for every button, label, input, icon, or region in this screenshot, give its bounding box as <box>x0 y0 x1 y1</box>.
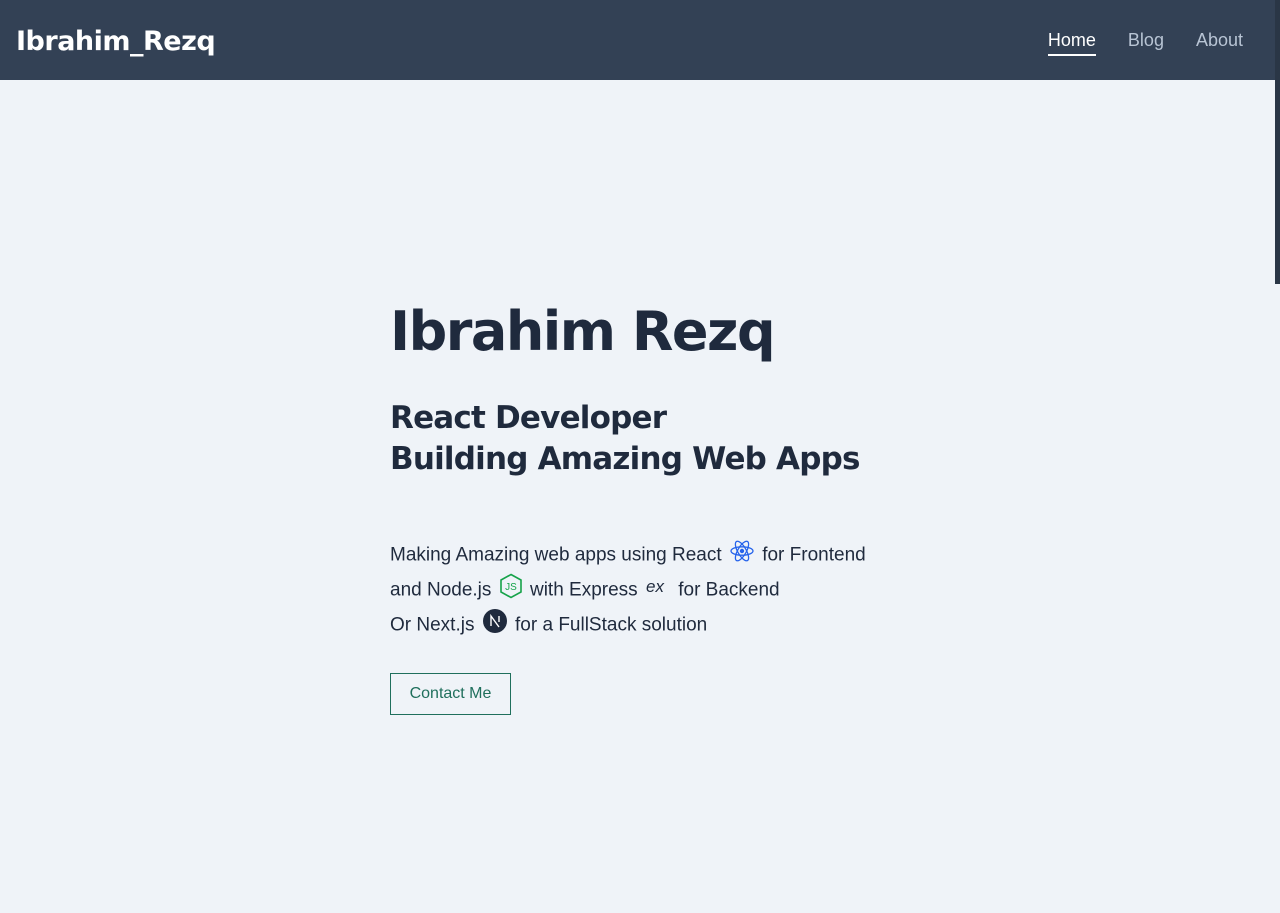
tagline-line-2: Building Amazing Web Apps <box>390 441 860 477</box>
contact-me-button[interactable]: Contact Me <box>390 673 511 715</box>
desc-text: for Frontend <box>762 544 866 566</box>
scrollbar-thumb[interactable] <box>1275 0 1280 284</box>
svg-text:JS: JS <box>505 582 517 593</box>
description-line-2: and Node.js JS with Express ex for Backe… <box>390 573 950 608</box>
hero-description: Making Amazing web apps using React for … <box>390 538 950 643</box>
nav-link-about[interactable]: About <box>1196 28 1243 56</box>
nav-link-blog[interactable]: Blog <box>1128 28 1164 56</box>
hero-name: Ibrahim Rezq <box>390 300 776 363</box>
desc-text: Or Next.js <box>390 614 475 636</box>
react-icon <box>729 538 755 573</box>
hero-section: Ibrahim Rezq React Developer Building Am… <box>390 296 950 715</box>
nav-link-home[interactable]: Home <box>1047 28 1096 56</box>
description-line-3: Or Next.js for a FullStack solution <box>390 608 950 643</box>
brand-logo[interactable]: Ibrahim_Rezq <box>16 24 216 60</box>
desc-text: and Node.js <box>390 579 492 601</box>
nodejs-icon: JS <box>499 573 523 608</box>
svg-text:ex: ex <box>646 577 664 596</box>
nav-links: Home Blog About <box>1047 28 1243 56</box>
description-line-1: Making Amazing web apps using React for … <box>390 538 950 573</box>
desc-text: for Backend <box>678 579 780 601</box>
navbar: Ibrahim_Rezq Home Blog About <box>0 0 1280 80</box>
desc-text: Making Amazing web apps using React <box>390 544 722 566</box>
desc-text: with Express <box>529 579 638 601</box>
nextjs-icon <box>482 608 508 643</box>
tagline-line-1: React Developer <box>390 400 667 436</box>
desc-text: for a FullStack solution <box>515 614 708 636</box>
express-icon: ex <box>645 576 671 605</box>
scrollbar[interactable] <box>1275 0 1280 913</box>
hero-tagline: React Developer Building Amazing Web App… <box>390 398 950 480</box>
